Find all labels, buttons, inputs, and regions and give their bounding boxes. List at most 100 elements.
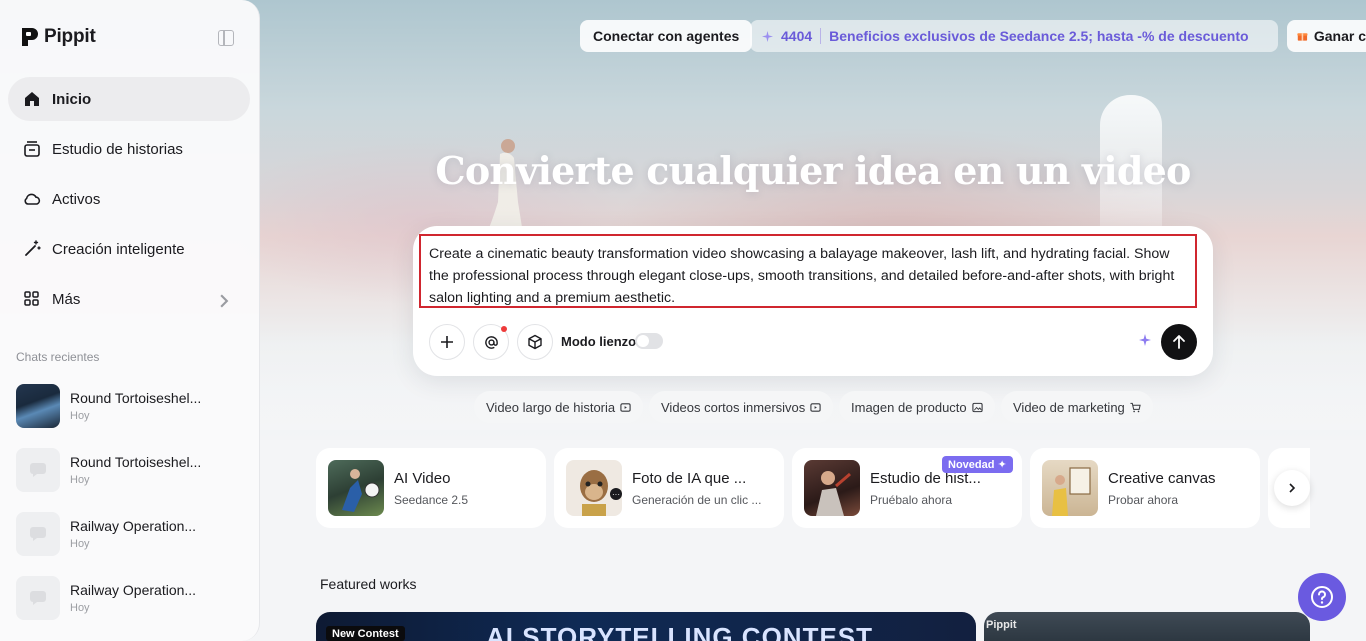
brand-name: Pippit xyxy=(44,26,96,47)
contest-title: AI STORYTELLING CONTEST xyxy=(486,622,874,641)
help-button[interactable] xyxy=(1298,573,1346,621)
story-studio-thumbnail xyxy=(804,460,860,516)
promo-text: Beneficios exclusivos de Seedance 2.5; h… xyxy=(829,28,1249,44)
sidebar-item-label: Creación inteligente xyxy=(52,240,185,258)
feature-card-foto-ia[interactable]: ··· Foto de IA que ... Generación de un … xyxy=(554,448,784,528)
sidebar-item-creacion[interactable]: Creación inteligente xyxy=(8,227,250,271)
chat-time: Hoy xyxy=(70,474,90,486)
chip-imagen-producto[interactable]: Imagen de producto xyxy=(839,391,995,423)
ai-video-thumbnail xyxy=(328,460,384,516)
chip-label: Videos cortos inmersivos xyxy=(661,399,806,415)
sidebar-collapse-icon[interactable] xyxy=(218,30,234,46)
brand-logo[interactable]: Pippit xyxy=(20,26,96,48)
sparkle-icon[interactable] xyxy=(1137,332,1153,348)
chip-label: Imagen de producto xyxy=(851,399,967,415)
feature-subtitle: Generación de un clic ... xyxy=(632,492,762,507)
carousel-next-button[interactable] xyxy=(1274,470,1310,506)
chat-time: Hoy xyxy=(70,538,90,550)
chip-label: Video largo de historia xyxy=(486,399,616,415)
cube-icon xyxy=(528,334,542,350)
feature-title: Creative canvas xyxy=(1108,469,1216,487)
send-button[interactable] xyxy=(1161,324,1197,360)
feature-card-estudio-historias[interactable]: Estudio de hist... Pruébalo ahora Noveda… xyxy=(792,448,1022,528)
feature-subtitle: Pruébalo ahora xyxy=(870,492,953,507)
chevron-right-icon xyxy=(220,294,229,308)
plus-icon xyxy=(441,336,453,348)
chip-label: Video de marketing xyxy=(1013,399,1125,415)
sparkle-icon xyxy=(762,30,773,42)
feature-subtitle: Seedance 2.5 xyxy=(394,492,469,507)
feature-card-ai-video[interactable]: AI Video Seedance 2.5 xyxy=(316,448,546,528)
cart-icon xyxy=(1130,402,1141,412)
prompt-card: Create a cinematic beauty transformation… xyxy=(413,226,1213,376)
earn-label: Ganar c xyxy=(1313,28,1366,44)
chat-time: Hoy xyxy=(70,602,90,614)
story-studio-icon xyxy=(24,141,40,157)
hero-headline: Convierte cualquier idea en un video xyxy=(435,148,1191,193)
home-icon xyxy=(25,92,39,106)
feature-card-creative-canvas[interactable]: Creative canvas Probar ahora xyxy=(1030,448,1260,528)
earn-button[interactable]: Ganar c xyxy=(1287,20,1366,52)
recent-chat-item[interactable]: Round Tortoiseshel... Hoy xyxy=(16,382,246,430)
video-icon xyxy=(620,402,631,412)
chat-title: Round Tortoiseshel... xyxy=(70,454,202,470)
pippit-logo-icon xyxy=(22,28,38,46)
at-sign-icon xyxy=(484,335,498,349)
recent-chat-item[interactable]: Railway Operation... Hoy xyxy=(16,510,246,558)
promo-divider xyxy=(820,28,822,44)
recent-chat-item[interactable]: Railway Operation... Hoy xyxy=(16,574,246,622)
feature-title: AI Video xyxy=(394,469,451,487)
prompt-input[interactable]: Create a cinematic beauty transformation… xyxy=(419,234,1197,308)
mention-button[interactable] xyxy=(473,324,509,360)
featured-work-card[interactable]: New Contest AI STORYTELLING CONTEST xyxy=(316,612,976,641)
feature-subtitle: Probar ahora xyxy=(1108,492,1179,507)
sidebar-item-label: Activos xyxy=(52,190,101,208)
chevron-right-icon xyxy=(1289,483,1296,493)
arrow-up-icon xyxy=(1173,335,1185,349)
video-icon xyxy=(810,402,821,412)
featured-work-card[interactable]: Pippit xyxy=(984,612,1310,641)
new-contest-badge: New Contest xyxy=(326,626,405,641)
creative-canvas-thumbnail xyxy=(1042,460,1098,516)
sidebar-item-activos[interactable]: Activos xyxy=(8,177,250,221)
canvas-mode-toggle[interactable] xyxy=(635,333,663,349)
sidebar-item-inicio[interactable]: Inicio xyxy=(8,77,250,121)
recent-chat-item[interactable]: Round Tortoiseshel... Hoy xyxy=(16,446,246,494)
chat-placeholder-icon xyxy=(16,576,60,620)
cloud-icon xyxy=(24,193,41,205)
chat-placeholder-icon xyxy=(16,512,60,556)
chat-title: Railway Operation... xyxy=(70,582,197,598)
notification-dot xyxy=(501,326,507,332)
chat-title: Railway Operation... xyxy=(70,518,197,534)
grid-icon xyxy=(24,291,39,306)
chip-video-largo[interactable]: Video largo de historia xyxy=(474,391,644,423)
pippit-watermark: Pippit xyxy=(986,619,1017,631)
canvas-mode-label: Modo lienzo xyxy=(561,334,637,349)
sidebar-item-label: Inicio xyxy=(52,90,92,108)
sidebar-item-label: Estudio de historias xyxy=(52,140,183,158)
svg-text:···: ··· xyxy=(612,490,620,499)
chip-videos-cortos[interactable]: Videos cortos inmersivos xyxy=(649,391,834,423)
sidebar-item-label: Más xyxy=(52,290,81,308)
featured-works-title: Featured works xyxy=(320,576,417,592)
chat-thumbnail-image xyxy=(16,384,60,428)
add-button[interactable] xyxy=(429,324,465,360)
sidebar: Pippit Inicio Estudio de historias Activ… xyxy=(0,0,260,641)
new-badge: Novedad ✦ xyxy=(942,456,1013,473)
gift-icon xyxy=(1297,33,1308,41)
promo-banner[interactable]: 4404 Beneficios exclusivos de Seedance 2… xyxy=(750,20,1278,52)
sidebar-item-estudio[interactable]: Estudio de historias xyxy=(8,127,250,171)
chat-time: Hoy xyxy=(70,410,90,422)
connect-agents-button[interactable]: Conectar con agentes xyxy=(580,20,753,52)
chat-placeholder-icon xyxy=(16,448,60,492)
question-icon xyxy=(1311,586,1333,608)
chip-video-marketing[interactable]: Video de marketing xyxy=(1001,391,1153,423)
chat-title: Round Tortoiseshel... xyxy=(70,390,202,406)
recent-chats-title: Chats recientes xyxy=(16,350,100,364)
model-select-button[interactable] xyxy=(517,324,553,360)
sidebar-item-mas[interactable]: Más xyxy=(8,277,250,321)
feature-title: Foto de IA que ... xyxy=(632,469,747,487)
promo-count: 4404 xyxy=(781,28,813,44)
ai-photo-thumbnail: ··· xyxy=(566,460,622,516)
image-icon xyxy=(972,402,983,412)
